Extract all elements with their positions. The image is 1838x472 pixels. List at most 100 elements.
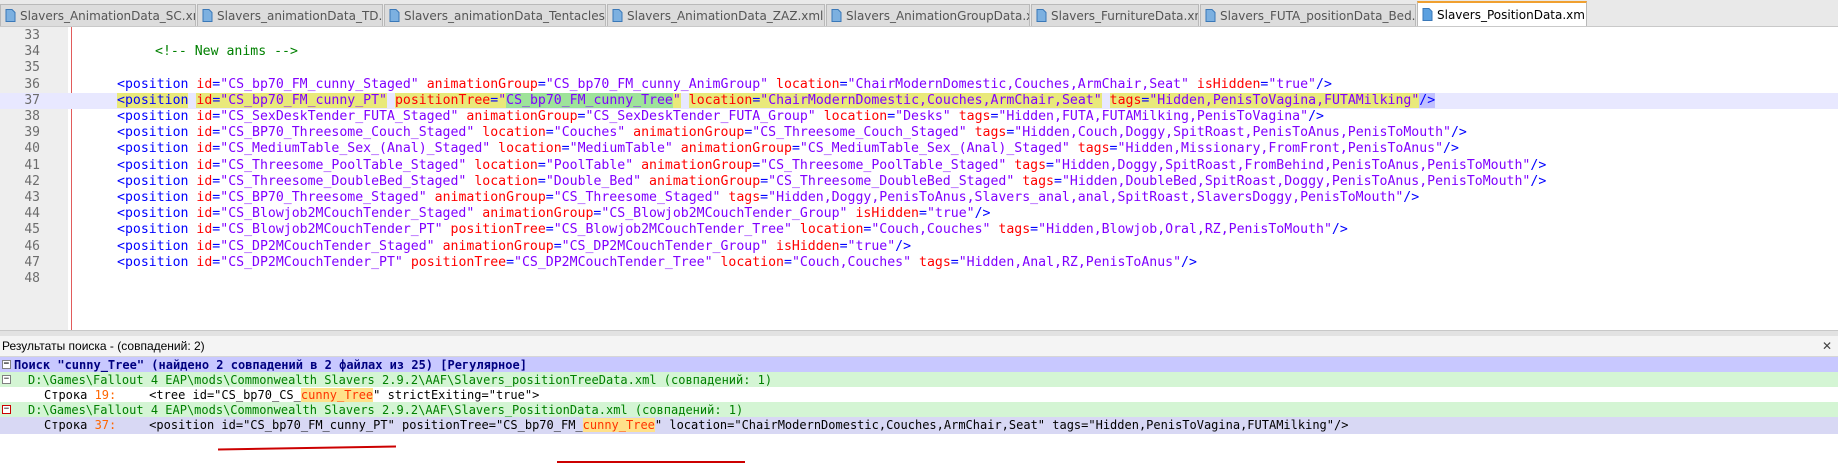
code-token: "Double_Bed" [545, 173, 650, 189]
code-line[interactable]: 36 <position id = "CS_bp70_FM_cunny_Staged"… [0, 77, 1838, 93]
code-line[interactable]: 38 <position id = "CS_SexDeskTender_FUTA_St… [0, 109, 1838, 125]
hit-after: " location="ChairModernDomestic,Couches,… [654, 418, 1349, 432]
code-token: = [1030, 222, 1039, 238]
code-token: = [506, 254, 515, 270]
code-token: CS_bp70_FM_cunny_Tree [506, 92, 673, 108]
code-token: /> [1403, 190, 1420, 205]
tab-slavers-futa-positiondata-bed-xml[interactable]: Slavers_FUTA_positionData_Bed.xml [1200, 4, 1416, 26]
code-token: "Hidden,PenisToVagina,FUTAMilking" [1149, 92, 1420, 108]
code-token: /> [1316, 76, 1332, 92]
code-token: animationGroup [680, 141, 792, 157]
file-icon [1036, 9, 1047, 22]
code-text: <position id = "CS_DP2MCouchTender_PT" pos… [117, 255, 1197, 271]
code-token: "CS_MediumTable_Sex_(Anal)_Staged" [799, 141, 1078, 157]
hit-prefix: Строка [44, 388, 95, 402]
code-token: " [498, 92, 507, 108]
code-text: <position id = "CS_DP2MCouchTender_Staged"… [117, 239, 911, 255]
collapse-icon[interactable]: − [2, 360, 11, 369]
code-line[interactable]: 37 <position id = "CS_bp70_FM_cunny_PT" pos… [0, 92, 1838, 109]
code-token: = [887, 109, 896, 124]
tab-slavers-animationdata-tentacles-xml[interactable]: Slavers_animationData_Tentacles.xml [384, 4, 606, 26]
code-token: "CS_Threesome_DoubleBed_Staged" [220, 173, 475, 189]
code-token: "PoolTable" [545, 157, 642, 173]
code-token: = [950, 254, 959, 270]
tab-slavers-animationdata-sc-xml[interactable]: Slavers_AnimationData_SC.xml [0, 4, 196, 26]
code-token: /> [1450, 125, 1467, 141]
code-token: /> [1308, 109, 1324, 124]
code-text: <!-- New anims --> [155, 44, 298, 60]
hit-line-no: 19: [94, 388, 117, 402]
code-token: "CS_MediumTable_Sex_(Anal)_Staged" [220, 141, 499, 157]
collapse-icon[interactable]: − [2, 405, 11, 414]
hit-before: <tree id="CS_bp70_CS_ [120, 388, 301, 402]
code-token: location [474, 157, 538, 173]
code-line[interactable]: 40 <position id="CS_MediumTable_Sex_(Anal… [0, 141, 1838, 157]
code-line[interactable]: 34 <!-- New anims --> [0, 44, 1838, 60]
code-line[interactable]: 39 <position id = "CS_BP70_Threesome_Couch_… [0, 125, 1838, 141]
file-icon [1205, 9, 1216, 22]
close-icon[interactable]: ✕ [1822, 336, 1832, 356]
code-token: location [776, 76, 840, 92]
code-token: tags [1077, 141, 1110, 157]
code-token: isHidden [776, 238, 840, 254]
code-text: <position id="CS_Threesome_DoubleBed_Sta… [117, 174, 1546, 190]
code-token: animationGroup [434, 190, 546, 205]
tab-slavers-animationdata-td-xml[interactable]: Slavers_animationData_TD.xml [197, 4, 383, 26]
code-line[interactable]: 47 <position id = "CS_DP2MCouchTender_PT" p… [0, 255, 1838, 271]
code-line[interactable]: 43 <position id = "CS_BP70_Threesome_Staged… [0, 190, 1838, 206]
code-token: id [196, 254, 213, 270]
collapse-icon[interactable]: − [2, 375, 11, 384]
code-token: location [823, 109, 888, 124]
code-text: <position id = "CS_Blowjob2MCouchTender_St… [117, 206, 990, 222]
code-token: = [537, 157, 546, 173]
tab-bar: Slavers_AnimationData_SC.xml Slavers_anim… [0, 0, 1838, 27]
code-token: = [839, 238, 848, 254]
code-token: isHidden [1196, 76, 1261, 92]
code-token: <position [117, 206, 197, 222]
result-hit-row[interactable]: Строка 37: <position id="CS_bp70_FM_cunn… [0, 417, 1838, 434]
code-token: tags [728, 190, 761, 205]
result-hit-text: Строка 37: <position id="CS_bp70_FM_cunn… [44, 417, 1348, 434]
tab-label: Slavers_AnimationGroupData.xml [846, 8, 1030, 23]
code-line[interactable]: 48 [0, 271, 1838, 287]
code-line[interactable]: 35 [0, 60, 1838, 76]
tab-slavers-animationgroupdata-xml[interactable]: Slavers_AnimationGroupData.xml [826, 4, 1030, 26]
code-line[interactable]: 45 <position id="CS_Blowjob2MCouchTender_… [0, 222, 1838, 238]
annotation-underline [557, 461, 745, 463]
code-editor[interactable]: 33 34 <!-- New anims --> 35 36 <position id="… [0, 27, 1838, 330]
code-token: tags [974, 125, 1007, 141]
code-line[interactable]: 46 <position id = "CS_DP2MCouchTender_Stage… [0, 239, 1838, 255]
code-line[interactable]: 33 [0, 28, 1838, 44]
code-token: "Desks" [895, 109, 959, 124]
code-line[interactable]: 42 <position id="CS_Threesome_DoubleBed_S… [0, 174, 1838, 190]
file-icon [202, 9, 213, 22]
code-token: "CS_Threesome_PoolTable_Staged" [220, 157, 475, 173]
line-number: 34 [24, 44, 40, 60]
line-number: 45 [24, 222, 40, 238]
code-token: = [577, 109, 586, 124]
code-token: tags [919, 254, 951, 270]
code-token: location [482, 125, 546, 141]
code-token: "Hidden,DoubleBed,SpitRoast,Doggy,PenisT… [1061, 173, 1531, 189]
code-token: "CS_Threesome_Staged" [553, 190, 729, 205]
tab-slavers-animationdata-zaz-xml[interactable]: Slavers_AnimationData_ZAZ.xml [607, 4, 825, 26]
line-number: 36 [24, 76, 40, 92]
code-token: "CS_DP2MCouchTender_Tree" [514, 254, 721, 270]
code-token: "CS_BP70_Threesome_Staged" [220, 190, 435, 205]
code-token: id [196, 141, 213, 157]
line-number: 46 [24, 238, 40, 254]
code-token: = [1046, 157, 1054, 173]
tab-slavers-positiondata-xml[interactable]: Slavers_PositionData.xml☆✕ [1417, 1, 1587, 26]
code-line[interactable]: 44 <position id = "CS_Blowjob2MCouchTender_… [0, 206, 1838, 222]
code-token: "true" [1268, 76, 1316, 92]
line-number: 37 [24, 92, 40, 108]
code-token: = [791, 141, 800, 157]
file-icon [389, 9, 400, 22]
code-line[interactable]: 41 <position id="CS_Threesome_PoolTable_S… [0, 158, 1838, 174]
tab-label: Slavers_FurnitureData.xml [1051, 8, 1199, 23]
code-token: /> [1331, 222, 1348, 238]
tab-slavers-furnituredata-xml[interactable]: Slavers_FurnitureData.xml [1031, 4, 1199, 26]
code-token: <position [117, 125, 197, 141]
code-token: location [688, 92, 753, 108]
